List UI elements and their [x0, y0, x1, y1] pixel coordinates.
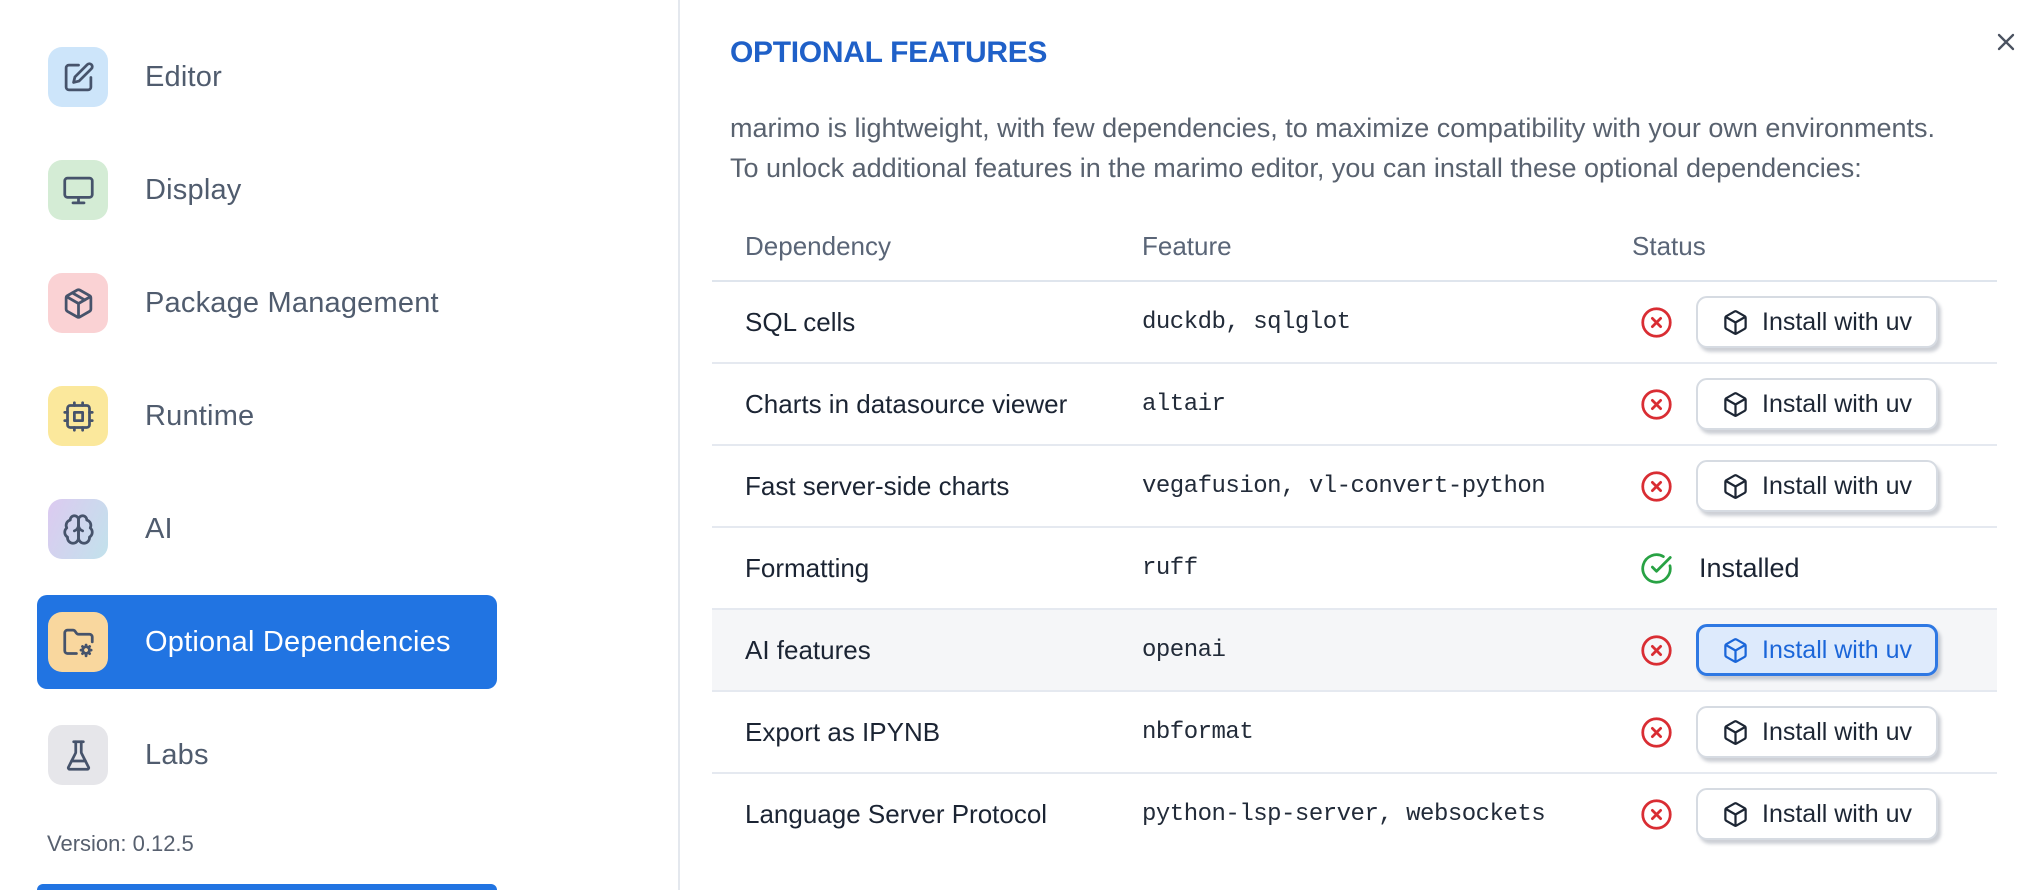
install-with-uv-button[interactable]: Install with uv — [1696, 378, 1939, 430]
circle-x-icon — [1640, 470, 1673, 503]
folder-gear-icon — [48, 612, 108, 672]
install-with-uv-button[interactable]: Install with uv — [1696, 296, 1939, 348]
version-label: Version: 0.12.5 — [47, 831, 194, 856]
dependency-cell: Charts in datasource viewer — [745, 388, 1068, 419]
install-button-label: Install with uv — [1762, 307, 1913, 336]
status-cell: Install with uv — [1632, 460, 1997, 512]
status-cell: Install with uv — [1632, 378, 1997, 430]
sidebar-item-labs[interactable]: Labs — [37, 708, 497, 802]
sidebar-item-label: Display — [145, 173, 242, 206]
dependency-cell: Language Server Protocol — [745, 798, 1048, 829]
panel-description: marimo is lightweight, with few dependen… — [730, 108, 1935, 188]
sidebar-item-list: Editor Display Package Management Runtime AI… — [0, 30, 680, 821]
feature-cell: python-lsp-server, websockets — [1142, 800, 1546, 828]
install-with-uv-button[interactable]: Install with uv — [1696, 706, 1939, 758]
table-row: Export as IPYNB nbformat Install with uv — [712, 692, 1997, 774]
box-icon — [1722, 473, 1749, 500]
dependency-cell: SQL cells — [745, 306, 856, 337]
status-cell: Install with uv — [1632, 296, 1997, 348]
feature-cell: openai — [1142, 636, 1226, 664]
sidebar-item-label: AI — [145, 512, 173, 545]
page-title: OPTIONAL FEATURES — [730, 36, 1048, 69]
sidebar-item-runtime[interactable]: Runtime — [37, 369, 497, 463]
table-body: SQL cells duckdb, sqlglot Install with uv C… — [712, 282, 1997, 854]
dependency-cell: Fast server-side charts — [745, 470, 1010, 501]
sidebar-item-ai[interactable]: AI — [37, 482, 497, 576]
circle-x-icon — [1640, 798, 1673, 831]
column-header-feature: Feature — [1142, 230, 1232, 261]
feature-cell: ruff — [1142, 554, 1198, 582]
box-icon — [1722, 637, 1749, 664]
table-row: Language Server Protocol python-lsp-serve… — [712, 774, 1997, 854]
feature-cell: altair — [1142, 390, 1226, 418]
sidebar-item-label: Runtime — [145, 399, 255, 432]
sidebar-item-label: Optional Dependencies — [145, 625, 451, 658]
sidebar-item-optional-dependencies[interactable]: Optional Dependencies — [37, 595, 497, 689]
brain-icon — [48, 499, 108, 559]
sidebar-item-label: Labs — [145, 738, 209, 771]
circle-x-icon — [1640, 306, 1673, 339]
sidebar-item-label: Package Management — [145, 286, 439, 319]
table-row: AI features openai Install with uv — [712, 610, 1997, 692]
status-cell: Install with uv — [1632, 624, 1997, 676]
description-line: marimo is lightweight, with few dependen… — [730, 113, 1936, 143]
column-header-status: Status — [1632, 230, 1706, 261]
box-icon — [1722, 719, 1749, 746]
install-with-uv-button[interactable]: Install with uv — [1696, 460, 1939, 512]
install-button-label: Install with uv — [1762, 717, 1913, 746]
table-row: Charts in datasource viewer altair Install… — [712, 364, 1997, 446]
status-cell: Install with uv — [1632, 706, 1997, 758]
box-icon — [1722, 309, 1749, 336]
sidebar-item-editor[interactable]: Editor — [37, 30, 497, 124]
status-cell: Install with uv — [1632, 788, 1997, 840]
install-button-label: Install with uv — [1762, 799, 1913, 828]
sidebar-item-label: Editor — [145, 60, 222, 93]
feature-cell: nbformat — [1142, 718, 1254, 746]
install-button-label: Install with uv — [1762, 635, 1913, 664]
cpu-icon — [48, 386, 108, 446]
circle-x-icon — [1640, 388, 1673, 421]
dependency-cell: AI features — [745, 634, 871, 665]
close-button[interactable] — [1986, 22, 2026, 62]
install-button-label: Install with uv — [1762, 389, 1913, 418]
table-row: Formatting ruff Installed — [712, 528, 1997, 610]
sidebar-item-display[interactable]: Display — [37, 143, 497, 237]
table-row: SQL cells duckdb, sqlglot Install with uv — [712, 282, 1997, 364]
column-header-dependency: Dependency — [745, 230, 891, 261]
install-with-uv-button[interactable]: Install with uv — [1696, 788, 1939, 840]
box-icon — [1722, 391, 1749, 418]
dependency-cell: Formatting — [745, 552, 870, 583]
package-icon — [48, 273, 108, 333]
partially-visible-sidebar-item[interactable] — [37, 884, 497, 890]
table-row: Fast server-side charts vegafusion, vl-co… — [712, 446, 1997, 528]
dependencies-table: Dependency Feature Status SQL cells duckd… — [712, 212, 1997, 854]
settings-dialog: Editor Display Package Management Runtime AI… — [0, 0, 2042, 890]
dependency-cell: Export as IPYNB — [745, 716, 941, 747]
circle-x-icon — [1640, 716, 1673, 749]
feature-cell: duckdb, sqlglot — [1142, 308, 1351, 336]
description-line: To unlock additional features in the mar… — [730, 153, 1862, 183]
box-icon — [1722, 801, 1749, 828]
installed-status-label: Installed — [1699, 552, 1800, 583]
circle-x-icon — [1640, 634, 1673, 667]
install-button-label: Install with uv — [1762, 471, 1913, 500]
feature-cell: vegafusion, vl-convert-python — [1142, 472, 1546, 500]
circle-check-icon — [1640, 552, 1673, 585]
monitor-icon — [48, 160, 108, 220]
edit-icon — [48, 47, 108, 107]
flask-icon — [48, 725, 108, 785]
status-cell: Installed — [1632, 552, 1997, 585]
install-with-uv-button[interactable]: Install with uv — [1696, 624, 1939, 676]
settings-sidebar: Editor Display Package Management Runtime AI… — [0, 0, 680, 890]
table-header-row: Dependency Feature Status — [712, 212, 1997, 282]
sidebar-item-package-management[interactable]: Package Management — [37, 256, 497, 350]
optional-features-panel: OPTIONAL FEATURES marimo is lightweight,… — [680, 0, 2042, 890]
close-icon — [1997, 33, 2015, 51]
